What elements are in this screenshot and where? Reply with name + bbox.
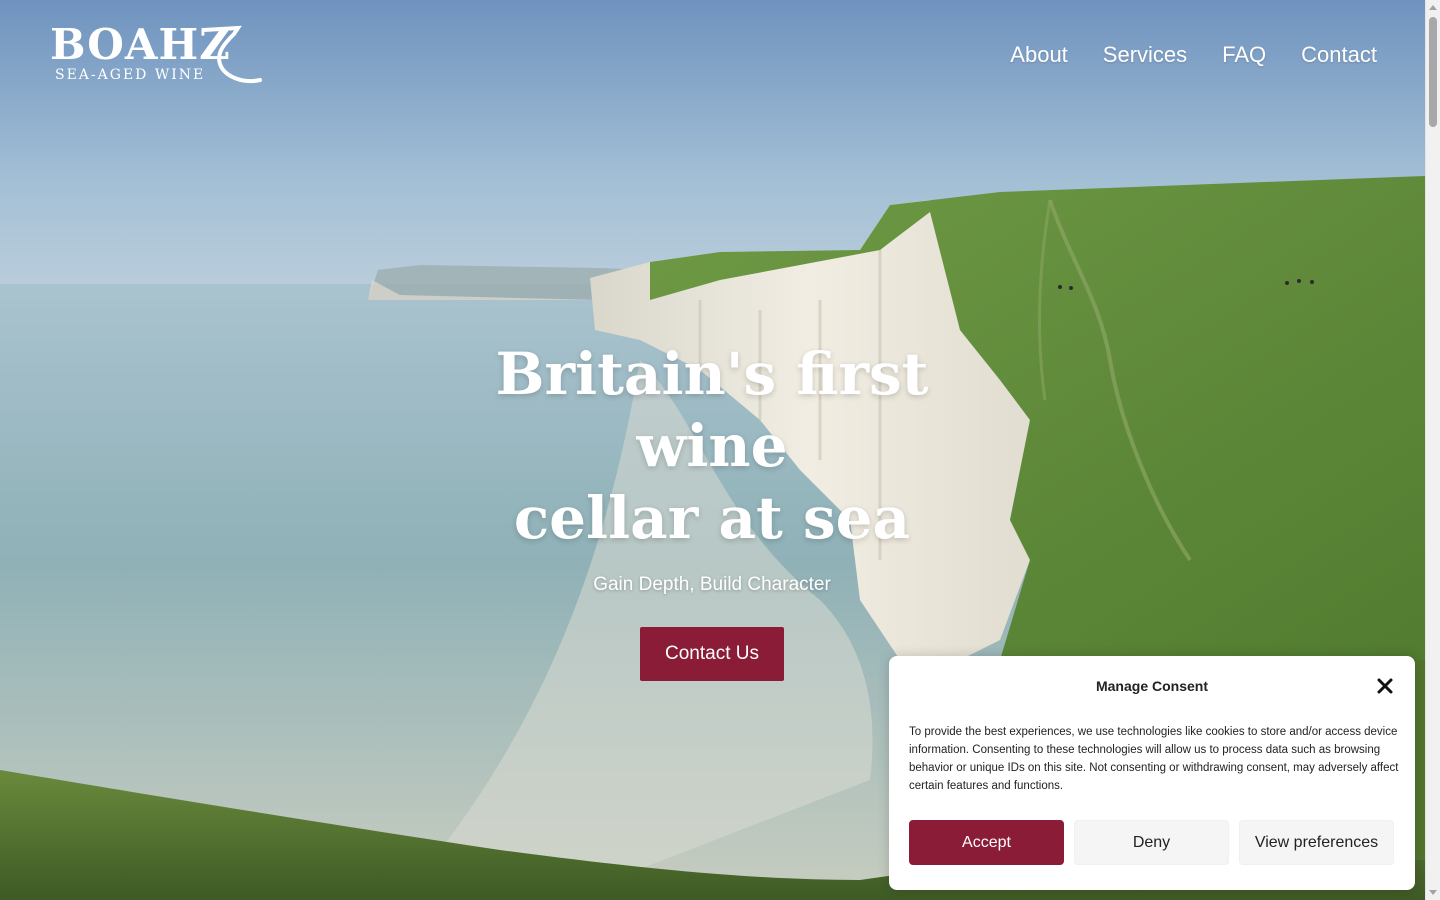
deny-button[interactable]: Deny <box>1074 820 1229 865</box>
nav-link-contact[interactable]: Contact <box>1301 42 1377 68</box>
logo-tagline: SEA-AGED WINE <box>55 67 206 83</box>
consent-button-row: Accept Deny View preferences <box>909 820 1394 865</box>
contact-us-button[interactable]: Contact Us <box>640 627 784 681</box>
view-preferences-button[interactable]: View preferences <box>1239 820 1394 865</box>
nav-link-services[interactable]: Services <box>1103 42 1187 68</box>
scroll-down-arrow-icon[interactable] <box>1429 890 1437 895</box>
page: BOAHZ SEA-AGED WINE About Services FAQ C… <box>0 0 1440 900</box>
close-icon[interactable] <box>1376 677 1394 695</box>
consent-title: Manage Consent <box>1095 678 1208 694</box>
hero-title-line-2: cellar at sea <box>513 484 911 552</box>
logo[interactable]: BOAHZ SEA-AGED WINE <box>50 24 265 90</box>
scrollbar-thumb[interactable] <box>1429 17 1437 127</box>
nav-link-about[interactable]: About <box>1010 42 1068 68</box>
hero-subtitle: Gain Depth, Build Character <box>593 574 831 595</box>
hero-title-line-1: Britain's first wine <box>495 340 929 480</box>
nav-link-faq[interactable]: FAQ <box>1222 42 1266 68</box>
consent-message: To provide the best experiences, we use … <box>909 726 1399 792</box>
cookie-consent-dialog: Manage Consent To provide the best exper… <box>889 656 1415 890</box>
page-scrollbar[interactable] <box>1425 0 1440 900</box>
main-nav: About Services FAQ Contact <box>1010 42 1377 68</box>
hero-section: Britain's first wine cellar at sea Gain … <box>412 338 1012 681</box>
logo-swoosh-icon <box>202 25 262 83</box>
scroll-up-arrow-icon[interactable] <box>1429 5 1437 10</box>
accept-button[interactable]: Accept <box>909 820 1064 865</box>
hero-title: Britain's first wine cellar at sea <box>412 338 1012 554</box>
